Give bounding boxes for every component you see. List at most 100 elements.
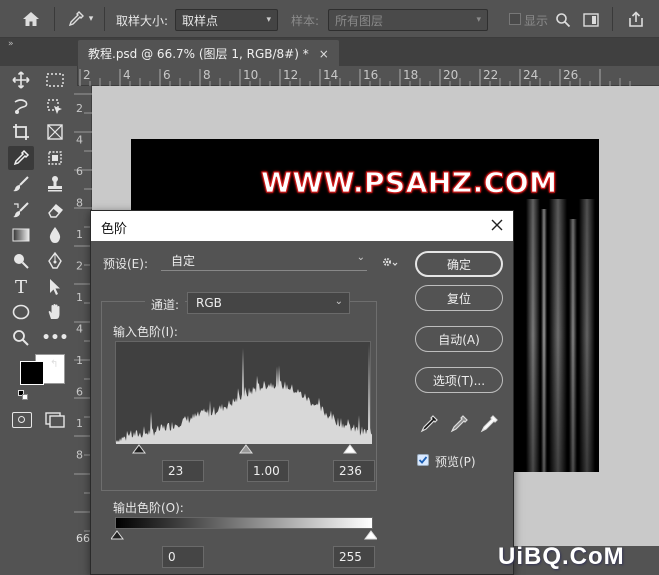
- ruler-label: 6: [76, 386, 83, 399]
- input-gamma-field[interactable]: 1.00: [247, 460, 289, 482]
- crop-tool[interactable]: [8, 120, 34, 144]
- sample-select[interactable]: 所有图层 ▾: [328, 9, 488, 31]
- input-gamma-slider[interactable]: [239, 444, 253, 454]
- input-white-slider[interactable]: [343, 444, 357, 454]
- ellipse-tool[interactable]: [8, 300, 34, 324]
- tool-preset-picker[interactable]: ▾: [60, 7, 100, 31]
- frame-tool[interactable]: [42, 120, 68, 144]
- type-tool[interactable]: T: [8, 275, 34, 299]
- workspace-button[interactable]: [580, 9, 602, 31]
- ruler-label: 24: [523, 68, 538, 82]
- gray-point-eyedropper[interactable]: [449, 414, 469, 434]
- dodge-tool[interactable]: [8, 249, 34, 273]
- slice-icon: [48, 151, 62, 165]
- ruler-label: 8: [203, 68, 211, 82]
- object-selection-icon: [47, 99, 62, 114]
- gear-icon: [383, 258, 398, 266]
- options-bar: ▾ 取样大小: 取样点 ▾ 样本: 所有图层 ▾ 显示: [0, 0, 659, 38]
- gradient-tool[interactable]: [8, 223, 34, 247]
- sample-size-select[interactable]: 取样点 ▾: [175, 9, 278, 31]
- default-colors-icon[interactable]: [18, 390, 28, 400]
- preset-options-button[interactable]: [381, 255, 399, 271]
- close-dialog-button[interactable]: [487, 215, 507, 235]
- input-white-field[interactable]: 236: [333, 460, 375, 482]
- history-brush-tool[interactable]: [8, 198, 34, 222]
- preset-select[interactable]: 自定 ⌄: [161, 249, 367, 271]
- zoom-level[interactable]: 66: [76, 532, 90, 545]
- black-point-eyedropper[interactable]: [419, 414, 439, 434]
- output-white-field[interactable]: 255: [333, 546, 375, 568]
- horizontal-ruler: 2 4 6 8 10 12 14 16 18 20 22 24 26: [78, 67, 659, 86]
- quick-mask-button[interactable]: [12, 412, 32, 428]
- histogram-graph: [116, 344, 372, 444]
- photoshop-window: ▾ 取样大小: 取样点 ▾ 样本: 所有图层 ▾ 显示 » 教程.psd @ 6…: [0, 0, 659, 575]
- channel-label: 通道:: [145, 296, 186, 313]
- blur-tool[interactable]: [42, 223, 68, 247]
- output-black-slider[interactable]: [111, 530, 124, 540]
- ruler-label: 6: [163, 68, 171, 82]
- zoom-icon: [13, 330, 29, 346]
- ellipse-icon: [12, 304, 30, 320]
- output-black-field[interactable]: 0: [162, 546, 204, 568]
- collapse-panels-icon[interactable]: »: [8, 39, 14, 49]
- chevron-down-icon: ▾: [476, 15, 481, 25]
- lasso-tool[interactable]: [8, 95, 34, 119]
- ruler-label: 4: [123, 68, 131, 82]
- chevron-down-icon: ▾: [266, 15, 271, 25]
- close-tab-icon[interactable]: ×: [319, 47, 329, 61]
- ruler-label: 1: [76, 291, 83, 304]
- ruler-label: 10: [243, 68, 258, 82]
- dialog-titlebar[interactable]: 色阶: [91, 211, 513, 241]
- input-black-slider[interactable]: [132, 444, 146, 454]
- input-black-field[interactable]: 23: [162, 460, 204, 482]
- eraser-icon: [48, 204, 63, 218]
- search-button[interactable]: [552, 9, 574, 31]
- ok-button[interactable]: 确定: [415, 251, 503, 277]
- sample-value: 所有图层: [335, 13, 384, 28]
- share-button[interactable]: [624, 8, 648, 30]
- dodge-icon: [14, 254, 29, 269]
- zoom-tool[interactable]: [8, 326, 34, 350]
- screen-mode-button[interactable]: [45, 412, 65, 428]
- path-selection-tool[interactable]: [42, 275, 68, 299]
- auto-button[interactable]: 自动(A): [415, 326, 503, 352]
- separator: [612, 7, 613, 31]
- ruler-label: 26: [563, 68, 578, 82]
- brush-tool[interactable]: [8, 172, 34, 196]
- pen-tool[interactable]: [42, 249, 68, 273]
- frame-select-tool[interactable]: [42, 146, 68, 170]
- vertical-ruler: 2 4 6 8 1 2 1 4 1 6 1 8: [72, 86, 92, 546]
- more-tools-button[interactable]: •••: [42, 326, 69, 350]
- eyedropper-tool[interactable]: [8, 146, 34, 170]
- reset-button[interactable]: 复位: [415, 285, 503, 311]
- marquee-tool[interactable]: [42, 68, 68, 92]
- pen-icon: [48, 252, 62, 269]
- hand-tool[interactable]: [42, 300, 68, 324]
- ruler-label: 6: [76, 165, 83, 178]
- eraser-tool[interactable]: [42, 198, 68, 222]
- ruler-label: 12: [283, 68, 298, 82]
- preview-checkbox[interactable]: [417, 454, 429, 466]
- ruler-label: 8: [76, 449, 83, 462]
- preset-value: 自定: [171, 254, 196, 268]
- output-slider-track[interactable]: [111, 530, 377, 542]
- show-ring-checkbox[interactable]: [509, 13, 521, 25]
- output-levels-label: 输出色阶(O):: [113, 501, 184, 515]
- white-point-eyedropper[interactable]: [479, 414, 499, 434]
- input-levels-label: 输入色阶(I):: [113, 325, 178, 339]
- separator: [104, 7, 105, 31]
- toolbox: T ••• ↰: [0, 66, 78, 546]
- foreground-color-swatch[interactable]: [20, 361, 44, 385]
- output-white-slider[interactable]: [364, 530, 377, 540]
- object-selection-tool[interactable]: [42, 95, 68, 119]
- options-button[interactable]: 选项(T)...: [415, 367, 503, 393]
- document-tab[interactable]: 教程.psd @ 66.7% (图层 1, RGB/8#) * ×: [78, 40, 339, 67]
- swap-colors-icon[interactable]: ↰: [50, 359, 58, 370]
- sample-size-label: 取样大小:: [116, 14, 169, 28]
- home-button[interactable]: [14, 7, 48, 31]
- input-slider-track[interactable]: [115, 444, 371, 456]
- channel-select[interactable]: RGB ⌄: [187, 292, 350, 314]
- move-tool[interactable]: [8, 68, 34, 92]
- ruler-label: 1: [76, 228, 83, 241]
- stamp-tool[interactable]: [42, 172, 68, 196]
